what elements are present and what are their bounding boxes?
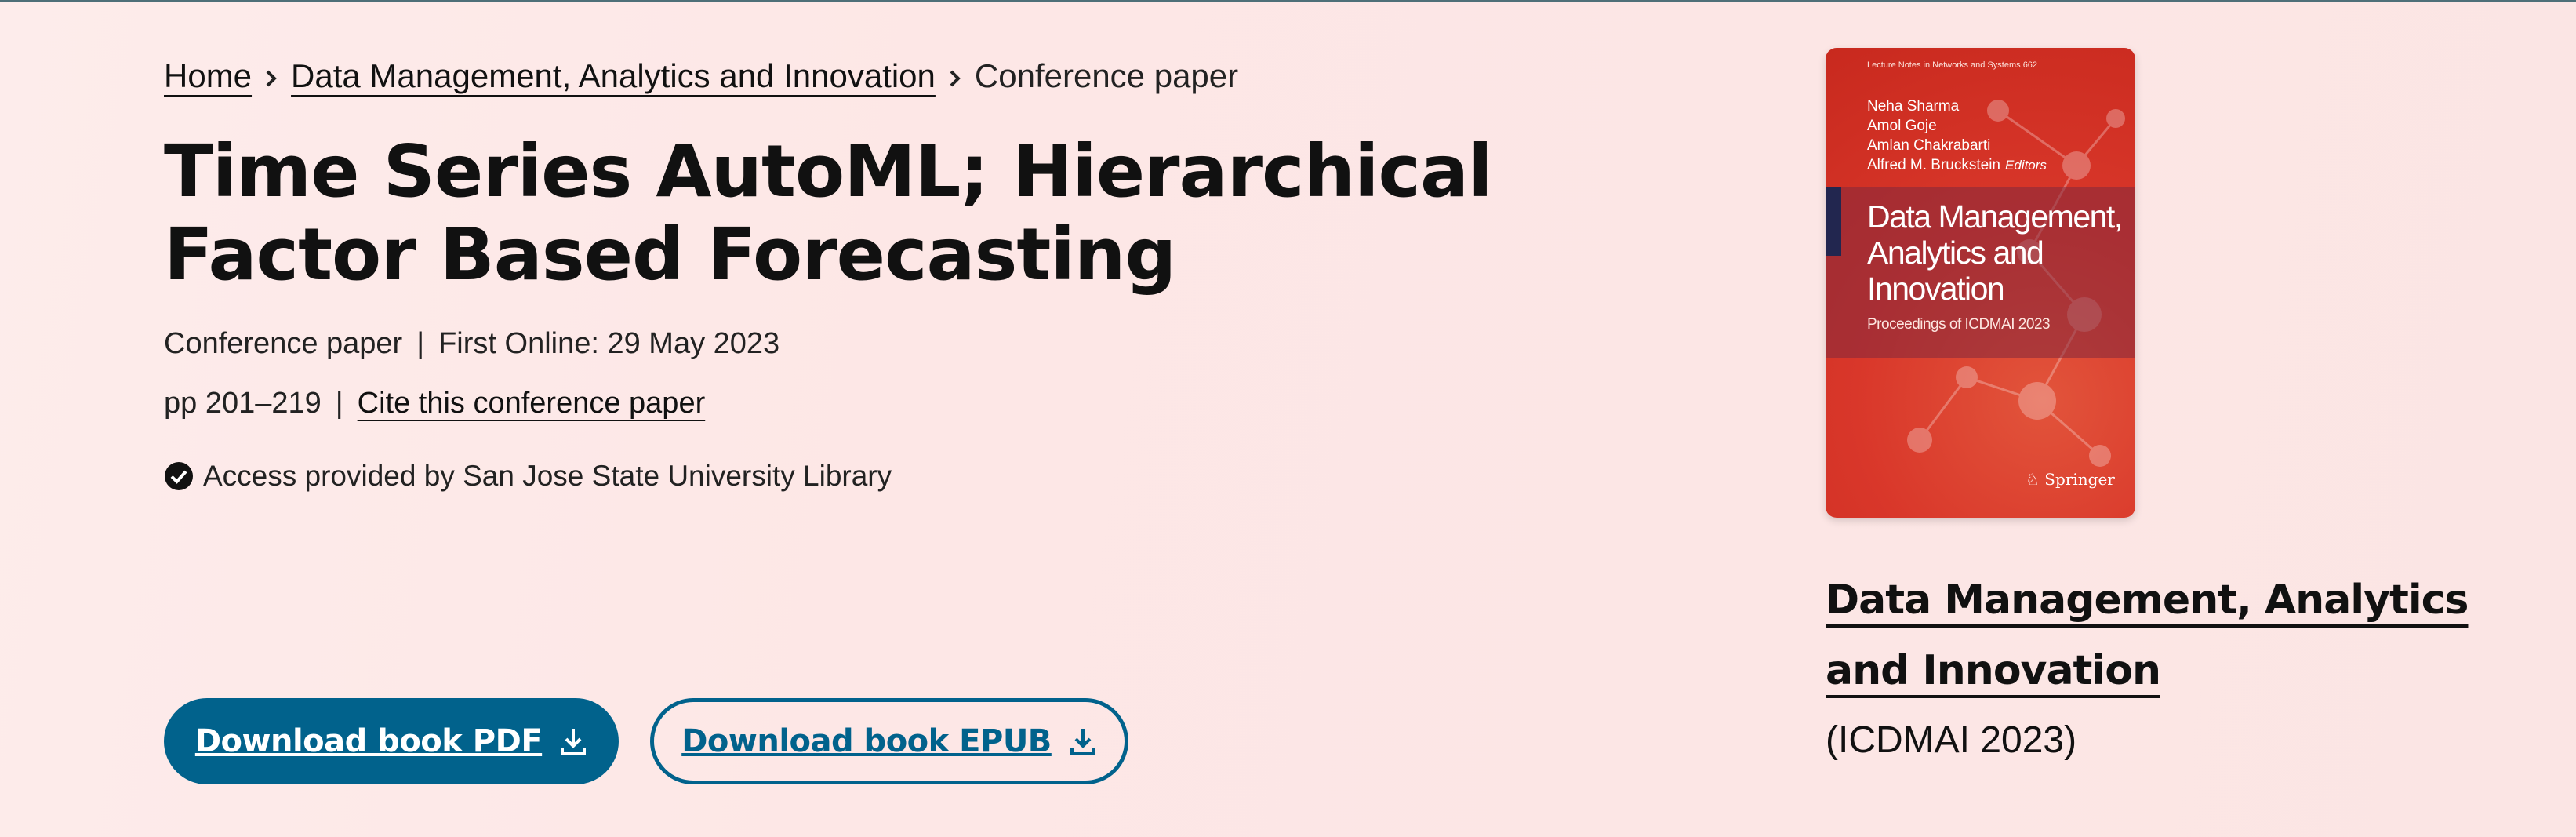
article-header: Home Data Management, Analytics and Inno… <box>164 49 1615 493</box>
springer-horse-icon: ♘ <box>2026 470 2040 489</box>
book-info: Data Management, Analytics and Innovatio… <box>1826 565 2531 762</box>
publisher-logo: ♘ Springer <box>2026 470 2115 489</box>
cite-link[interactable]: Cite this conference paper <box>358 388 706 419</box>
cover-editor: Alfred M. Bruckstein <box>1867 157 2000 173</box>
cover-series: Lecture Notes in Networks and Systems 66… <box>1867 60 2038 70</box>
cover-editor: Amol Goje <box>1867 118 1937 134</box>
book-title-link[interactable]: Data Management, Analytics and Innovatio… <box>1826 577 2469 694</box>
cover-editor: Neha Sharma <box>1867 98 1960 115</box>
chevron-right-icon <box>936 57 975 95</box>
top-border <box>0 0 2576 2</box>
meta-separator: | <box>416 327 425 360</box>
meta-separator: | <box>335 387 343 420</box>
cover-editors: Neha Sharma Amol Goje Amlan Chakrabarti … <box>1867 96 2047 175</box>
page-range: pp 201–219 <box>164 387 322 420</box>
publisher-name: Springer <box>2044 470 2115 489</box>
download-pdf-label: Download book PDF <box>194 723 543 759</box>
book-cover-image[interactable]: Lecture Notes in Networks and Systems 66… <box>1826 48 2135 518</box>
cover-editor: Amlan Chakrabarti <box>1867 137 1991 154</box>
article-meta: Conference paper | First Online: 29 May … <box>164 326 1615 420</box>
breadcrumb-current: Conference paper <box>974 57 1239 94</box>
download-icon <box>561 729 587 755</box>
download-epub-label: Download book EPUB <box>681 723 1052 759</box>
download-icon <box>1070 729 1095 755</box>
conference-name: (ICDMAI 2023) <box>1826 719 2077 761</box>
access-text: Access provided by San Jose State Univer… <box>203 460 892 492</box>
first-online-date: First Online: 29 May 2023 <box>438 327 780 360</box>
cover-accent <box>1826 187 1841 256</box>
breadcrumb: Home Data Management, Analytics and Inno… <box>164 49 1615 104</box>
breadcrumb-home-link[interactable]: Home <box>164 57 252 95</box>
content-type: Conference paper <box>164 327 403 360</box>
access-notice: Access provided by San Jose State Univer… <box>164 460 1615 493</box>
download-buttons: Download book PDF Download book EPUB <box>164 698 1128 784</box>
cover-editors-label: Editors <box>2005 158 2047 173</box>
cover-title: Data Management, Analytics and Innovatio… <box>1867 198 2123 307</box>
download-epub-button[interactable]: Download book EPUB <box>650 698 1128 784</box>
chevron-right-icon <box>252 57 291 95</box>
breadcrumb-book-link[interactable]: Data Management, Analytics and Innovatio… <box>291 57 936 95</box>
page-title: Time Series AutoML; Hierarchical Factor … <box>164 129 1493 297</box>
download-pdf-button[interactable]: Download book PDF <box>164 698 619 784</box>
check-circle-icon <box>165 462 193 490</box>
cover-subtitle: Proceedings of ICDMAI 2023 <box>1867 316 2051 333</box>
